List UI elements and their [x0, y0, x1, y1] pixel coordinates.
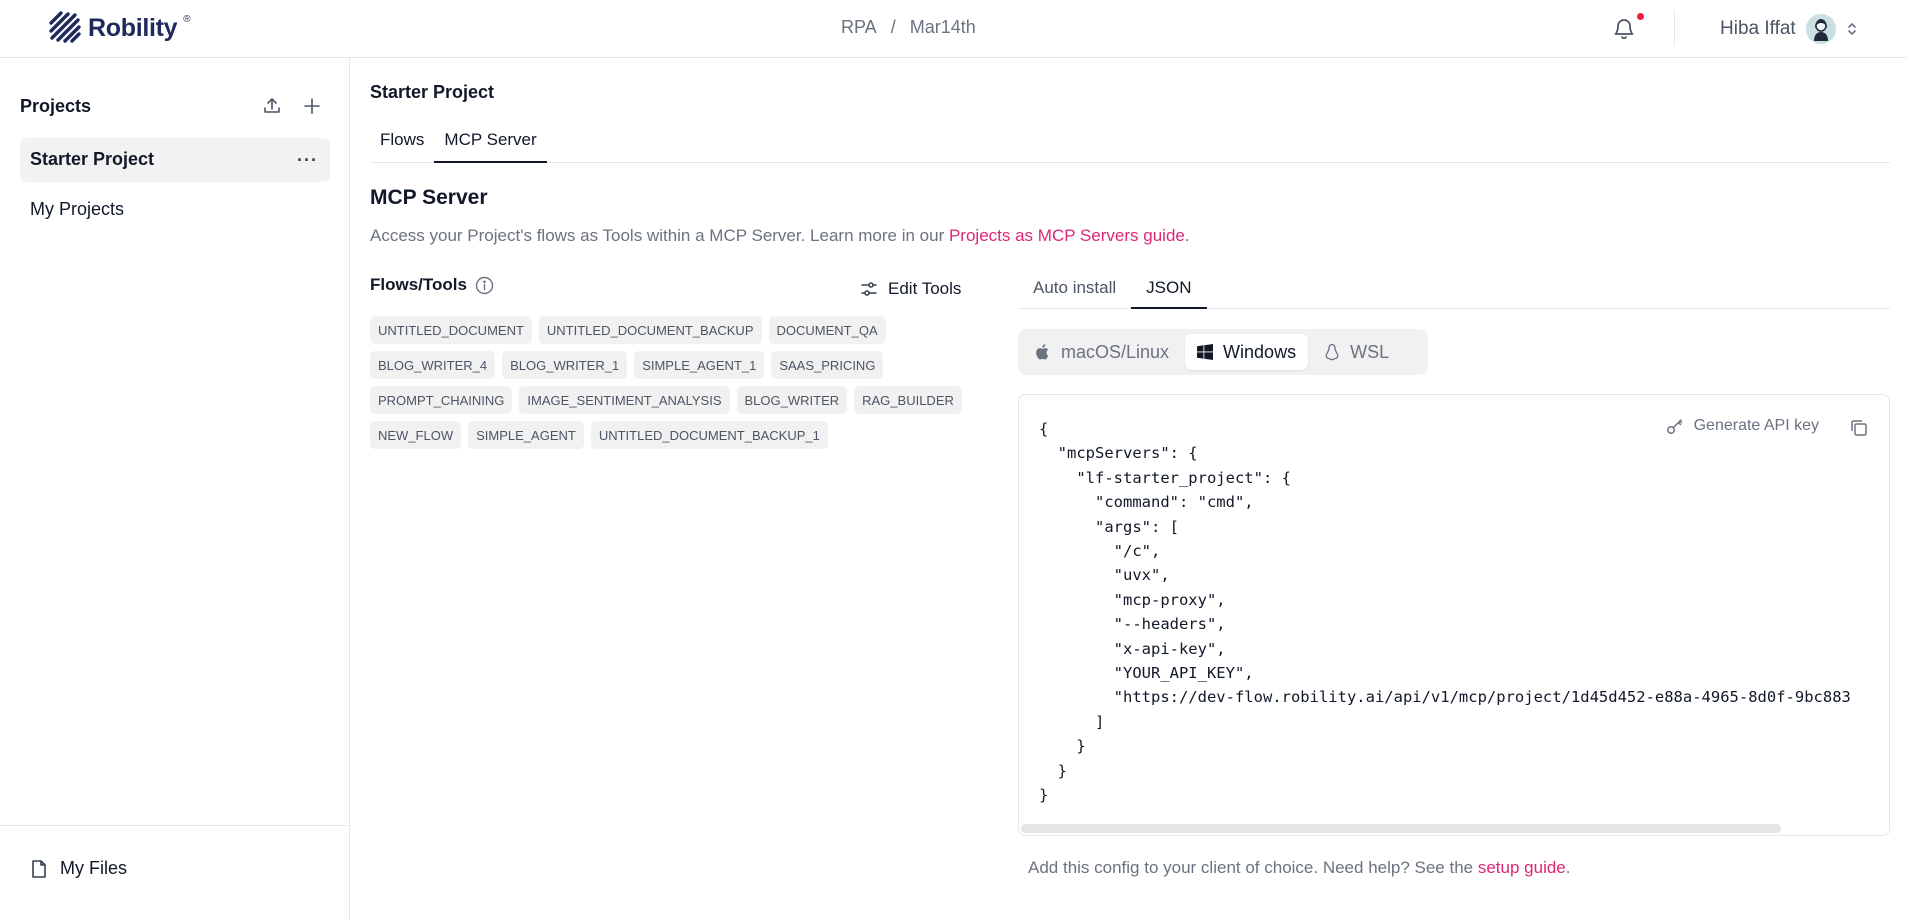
breadcrumb-current[interactable]: Mar14th: [910, 17, 976, 38]
tool-chip: RAG_BUILDER: [854, 386, 962, 414]
os-selector: macOS/Linux Windows WSL: [1018, 329, 1428, 375]
setup-help-text: Add this config to your client of choice…: [1028, 858, 1478, 877]
sidebar: Projects Starter Project ··· My Projects…: [0, 58, 350, 920]
setup-guide-link[interactable]: setup guide: [1478, 858, 1566, 877]
edit-tools-button[interactable]: Edit Tools: [860, 279, 961, 299]
my-files-label: My Files: [60, 858, 127, 878]
install-tabs: Auto install JSON: [1018, 270, 1890, 309]
avatar-image-icon: [1805, 14, 1836, 44]
tool-chip: DOCUMENT_QA: [768, 316, 886, 344]
brand-name: Robility: [88, 13, 178, 42]
tab-auto-install[interactable]: Auto install: [1018, 270, 1131, 309]
tab-mcp-server[interactable]: MCP Server: [434, 122, 547, 163]
apple-icon: [1036, 344, 1049, 360]
upload-icon[interactable]: [262, 96, 282, 116]
sidebar-item-starter-project[interactable]: Starter Project ···: [20, 138, 330, 182]
notification-bell-icon[interactable]: [1613, 16, 1635, 40]
tool-chip: UNTITLED_DOCUMENT_BACKUP_1: [590, 421, 828, 449]
sidebar-item-label: Starter Project: [30, 149, 155, 169]
copy-icon[interactable]: [1849, 418, 1869, 438]
tool-chip: NEW_FLOW: [370, 421, 462, 449]
os-label-wsl: WSL: [1350, 341, 1390, 362]
os-option-macos-linux[interactable]: macOS/Linux: [1023, 334, 1181, 370]
linux-penguin-icon: [1325, 343, 1339, 361]
os-label-windows: Windows: [1223, 341, 1297, 362]
section-description: Access your Project's flows as Tools wit…: [370, 226, 1190, 246]
breadcrumb: RPA / Mar14th: [841, 17, 976, 38]
tool-chip: BLOG_WRITER_1: [502, 351, 628, 379]
tool-chip: SAAS_PRICING: [771, 351, 884, 379]
user-name: Hiba Iffat: [1720, 18, 1796, 39]
notification-dot: [1637, 13, 1644, 20]
tool-chips: UNTITLED_DOCUMENT UNTITLED_DOCUMENT_BACK…: [370, 316, 980, 449]
tool-chip: BLOG_WRITER: [736, 386, 848, 414]
json-config-box: { "mcpServers": { "lf-starter_project": …: [1018, 394, 1890, 836]
os-option-wsl[interactable]: WSL: [1312, 334, 1401, 370]
windows-icon: [1197, 344, 1214, 360]
edit-tools-label: Edit Tools: [888, 279, 962, 298]
flows-tools-text: Flows/Tools: [370, 275, 467, 294]
sidebar-item-my-projects[interactable]: My Projects: [20, 188, 330, 232]
tool-chip: IMAGE_SENTIMENT_ANALYSIS: [519, 386, 730, 414]
info-icon[interactable]: [475, 276, 494, 295]
more-options-icon[interactable]: ···: [297, 150, 318, 171]
sidebar-footer: My Files: [0, 825, 349, 920]
file-icon: [32, 859, 46, 878]
tool-chip: BLOG_WRITER_4: [370, 351, 496, 379]
description-text: Access your Project's flows as Tools wit…: [370, 226, 949, 245]
setup-help-period: .: [1565, 858, 1571, 877]
tool-chip: UNTITLED_DOCUMENT_BACKUP: [538, 316, 762, 344]
chevron-up-down-icon: [1847, 22, 1856, 36]
os-option-windows[interactable]: Windows: [1185, 334, 1309, 370]
sidebar-item-label: My Projects: [30, 199, 125, 219]
os-label-macos: macOS/Linux: [1061, 341, 1170, 362]
tool-chip: SIMPLE_AGENT: [468, 421, 584, 449]
section-title: MCP Server: [370, 186, 488, 209]
breadcrumb-separator: /: [890, 17, 896, 37]
my-files-link[interactable]: My Files: [30, 858, 127, 879]
add-project-icon[interactable]: [302, 96, 322, 116]
json-config-code[interactable]: { "mcpServers": { "lf-starter_project": …: [1039, 417, 1851, 808]
setup-help-note: Add this config to your client of choice…: [1028, 858, 1570, 878]
mcp-guide-link[interactable]: Projects as MCP Servers guide: [949, 226, 1185, 245]
sliders-icon: [861, 282, 877, 296]
user-menu[interactable]: Hiba Iffat: [1720, 14, 1858, 44]
key-icon: [1666, 419, 1682, 434]
top-header: Robility ® RPA / Mar14th Hiba Iffat: [0, 0, 1906, 58]
description-period: .: [1184, 226, 1190, 245]
horizontal-scrollbar[interactable]: [1021, 824, 1781, 833]
brand-registered-mark: ®: [183, 13, 191, 25]
generate-api-key-button[interactable]: Generate API key: [1666, 417, 1819, 435]
robility-logo-icon: [49, 11, 81, 43]
page-title: Starter Project: [370, 82, 495, 102]
tool-chip: SIMPLE_AGENT_1: [634, 351, 765, 379]
tab-json[interactable]: JSON: [1131, 270, 1207, 309]
project-tabs: Flows MCP Server: [370, 122, 1890, 163]
logo[interactable]: Robility ®: [48, 10, 191, 46]
projects-heading: Projects: [20, 96, 92, 116]
generate-api-key-label: Generate API key: [1693, 417, 1819, 434]
flows-tools-label: Flows/Tools: [370, 275, 494, 295]
avatar: [1805, 14, 1836, 44]
breadcrumb-root[interactable]: RPA: [841, 17, 877, 38]
header-divider: [1674, 10, 1675, 46]
tool-chip: PROMPT_CHAINING: [370, 386, 513, 414]
tab-flows[interactable]: Flows: [370, 122, 434, 163]
tool-chip: UNTITLED_DOCUMENT: [370, 316, 532, 344]
